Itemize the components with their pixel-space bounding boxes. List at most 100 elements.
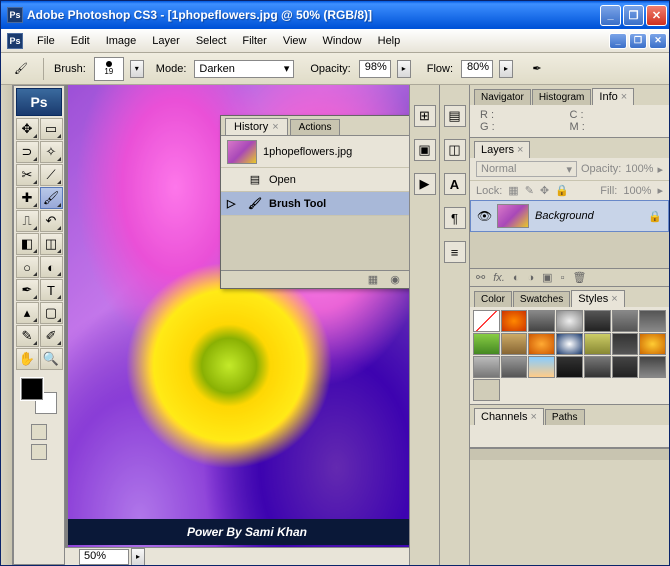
opacity-arrow[interactable]: ▸ [397,60,411,78]
group-icon[interactable]: ▣ [542,271,552,284]
menu-select[interactable]: Select [188,32,235,50]
tab-color[interactable]: Color [474,291,512,307]
hand-tool[interactable]: ✋ [16,348,39,370]
link-layers-icon[interactable]: ⚯ [476,271,485,284]
menu-filter[interactable]: Filter [234,32,274,50]
trash-icon[interactable]: 🗑 [572,271,586,284]
style-swatch[interactable] [528,356,555,378]
zoom-input[interactable]: 50% [79,549,129,565]
brush-preset-picker[interactable]: 19 [94,57,124,81]
blur-tool[interactable]: ○ [16,256,39,278]
move-tool[interactable]: ✥ [16,118,39,140]
brushes-dock-icon[interactable]: ⊞ [414,105,436,127]
preset-dock-icon[interactable]: ▶ [414,173,436,195]
history-step-brush[interactable]: ▷ 🖌 Brush Tool [221,192,409,216]
brush-tool[interactable]: 🖌 [40,187,63,209]
path-select-tool[interactable]: ▴ [16,302,39,324]
tab-actions[interactable]: Actions [290,119,341,135]
tab-info[interactable]: Info× [592,88,634,105]
actions-dock-icon[interactable]: ≡ [444,241,466,263]
history-brush-tool[interactable]: ↶ [40,210,63,232]
wand-tool[interactable]: ✧ [40,141,63,163]
style-swatch[interactable] [556,310,583,332]
eye-icon[interactable]: 👁 [477,209,491,223]
tab-channels[interactable]: Channels× [474,408,544,425]
layer-row-background[interactable]: 👁 Background 🔒 [470,200,669,232]
style-swatch[interactable] [473,379,500,401]
eraser-tool[interactable]: ◧ [16,233,39,255]
tab-histogram[interactable]: Histogram [532,89,592,105]
menu-file[interactable]: File [29,32,63,50]
menu-window[interactable]: Window [315,32,370,50]
style-swatch[interactable] [584,333,611,355]
close-button[interactable]: ✕ [646,5,667,26]
style-swatch[interactable] [473,356,500,378]
doc-icon[interactable]: Ps [7,33,23,49]
style-swatch[interactable] [612,333,639,355]
shape-tool[interactable]: ▢ [40,302,63,324]
left-dock-strip[interactable] [1,85,13,565]
doc-minimize[interactable]: _ [609,33,627,49]
airbrush-icon[interactable]: ✒ [525,57,549,81]
style-swatch[interactable] [556,356,583,378]
doc-close[interactable]: ✕ [649,33,667,49]
menu-edit[interactable]: Edit [63,32,98,50]
style-swatch[interactable] [501,333,528,355]
opacity-input[interactable]: 98% [359,60,391,78]
slice-tool[interactable]: ⟋ [40,164,63,186]
palette-dock-icon[interactable]: ◫ [444,139,466,161]
crop-tool[interactable]: ✂ [16,164,39,186]
lasso-tool[interactable]: ⊃ [16,141,39,163]
history-snapshot[interactable]: 1phopeflowers.jpg [221,136,409,168]
style-swatch[interactable] [501,310,528,332]
adjustment-icon[interactable]: ◑ [528,272,535,284]
tab-history[interactable]: History× [225,118,288,135]
char-dock-icon[interactable]: A [444,173,466,195]
eyedropper-tool[interactable]: ✐ [40,325,63,347]
tab-navigator[interactable]: Navigator [474,89,531,105]
clone-dock-icon[interactable]: ▣ [414,139,436,161]
type-tool[interactable]: T [40,279,63,301]
flow-arrow[interactable]: ▸ [499,60,513,78]
style-swatch[interactable] [584,310,611,332]
zoom-arrow[interactable]: ▸ [131,548,145,566]
stamp-tool[interactable]: ⎍ [16,210,39,232]
minimize-button[interactable]: _ [600,5,621,26]
quickmask-button[interactable] [31,424,47,440]
heal-tool[interactable]: ✚ [16,187,39,209]
lock-all-icon[interactable]: 🔒 [555,184,569,197]
style-swatch[interactable] [556,333,583,355]
tab-swatches[interactable]: Swatches [513,291,570,307]
style-swatch[interactable] [528,310,555,332]
new-snapshot-icon[interactable]: ◉ [387,273,403,286]
doc-restore[interactable]: ❐ [629,33,647,49]
style-swatch[interactable] [639,333,666,355]
layercomps-dock-icon[interactable]: ▤ [444,105,466,127]
blend-mode-dropdown[interactable]: Darken ▾ [194,60,294,78]
lock-paint-icon[interactable]: ✎ [525,184,534,197]
style-swatch[interactable] [612,310,639,332]
close-icon[interactable]: × [272,121,278,133]
style-swatch[interactable] [473,333,500,355]
style-swatch[interactable] [639,310,666,332]
history-step-open[interactable]: ▤ Open [221,168,409,192]
menu-help[interactable]: Help [370,32,409,50]
flow-input[interactable]: 80% [461,60,493,78]
style-swatch[interactable] [584,356,611,378]
menu-image[interactable]: Image [98,32,145,50]
dodge-tool[interactable]: ◐ [40,256,63,278]
gradient-tool[interactable]: ◫ [40,233,63,255]
notes-tool[interactable]: ✎ [16,325,39,347]
canvas-area[interactable]: Power By Sami Khan 50% ▸ History× Action… [65,85,409,565]
new-doc-from-state-icon[interactable]: ▦ [365,273,381,286]
layer-blend-dropdown[interactable]: Normal▾ [476,161,577,177]
lock-transparent-icon[interactable]: ▦ [508,184,518,197]
pen-tool[interactable]: ✒ [16,279,39,301]
screenmode-button[interactable] [31,444,47,460]
zoom-tool[interactable]: 🔍 [40,348,63,370]
menu-view[interactable]: View [275,32,315,50]
mask-icon[interactable]: ◐ [513,272,520,284]
para-dock-icon[interactable]: ¶ [444,207,466,229]
style-swatch[interactable] [501,356,528,378]
fx-icon[interactable]: fx. [493,272,505,284]
